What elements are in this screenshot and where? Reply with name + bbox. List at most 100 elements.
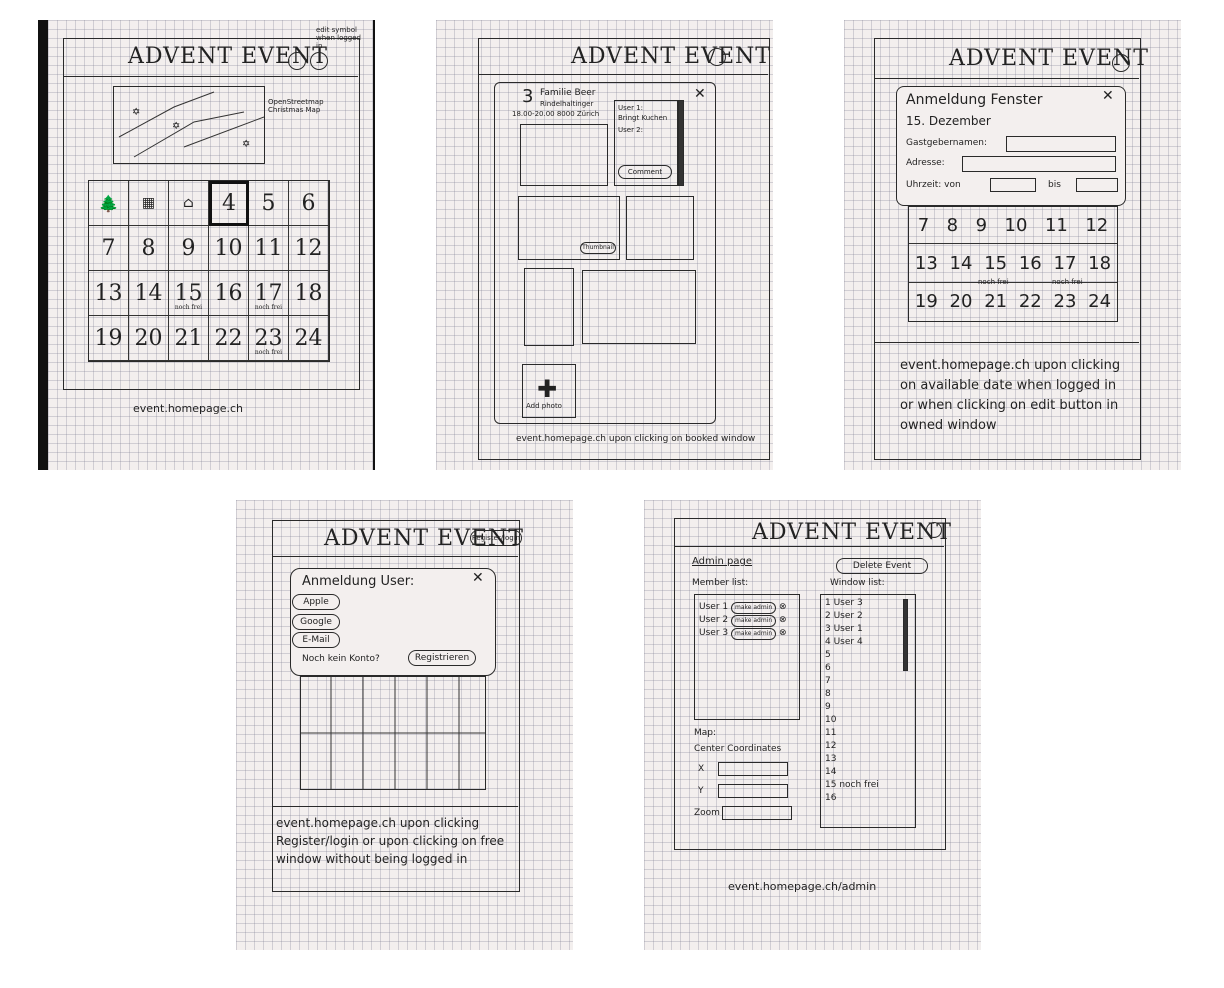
time-to-input[interactable] bbox=[1076, 178, 1118, 192]
day-13[interactable]: 13 bbox=[89, 271, 129, 316]
close-icon[interactable]: ✕ bbox=[694, 86, 706, 102]
window-row: 11 bbox=[825, 728, 837, 738]
member-row: User 3 make admin ⊗ bbox=[699, 628, 787, 640]
time: 18.00-20.00 8000 Zürich bbox=[512, 110, 600, 118]
plus-icon: ✚ bbox=[537, 375, 558, 403]
day-6[interactable]: 6 bbox=[289, 181, 329, 226]
delete-event-button[interactable]: Delete Event bbox=[836, 558, 928, 574]
host-label: Gastgebernamen: bbox=[906, 138, 988, 148]
day-4[interactable]: 4 bbox=[209, 181, 249, 226]
member-rows: User 1 make admin ⊗ User 2 make admin ⊗ … bbox=[699, 601, 787, 640]
day-8[interactable]: 8 bbox=[129, 226, 169, 271]
close-icon[interactable]: ✕ bbox=[472, 570, 484, 586]
google-login-button[interactable]: Google bbox=[292, 614, 340, 630]
day-24[interactable]: 24 bbox=[289, 316, 329, 361]
map-drawing: ✡ ✡ ✡ bbox=[118, 91, 264, 158]
add-photo-label: Add photo bbox=[526, 402, 562, 410]
calendar-rows: 7 8 9 10 11 12 13 14 15 16 17 18 19 20 21 22 23 24 bbox=[908, 206, 1118, 322]
make-admin-button[interactable]: make admin bbox=[730, 628, 777, 640]
user1-label: User 1: bbox=[618, 104, 643, 112]
photo-1[interactable] bbox=[520, 124, 608, 186]
window-row: 4 User 4 bbox=[825, 637, 863, 647]
remove-icon[interactable]: ⊗ bbox=[779, 615, 787, 625]
window-row: 9 bbox=[825, 702, 831, 712]
window-row: 10 bbox=[825, 715, 837, 725]
svg-text:✡: ✡ bbox=[242, 139, 250, 150]
window-row: 5 bbox=[825, 650, 831, 660]
day-23[interactable]: 23 noch frei bbox=[249, 316, 289, 361]
photo-3[interactable] bbox=[626, 196, 694, 260]
close-icon[interactable]: ✕ bbox=[1102, 88, 1114, 104]
y-input[interactable] bbox=[718, 784, 788, 798]
day-12[interactable]: 12 bbox=[289, 226, 329, 271]
window-row: 1 User 3 bbox=[825, 598, 863, 608]
sketch-admin: ADVENT EVENT Admin page Delete Event Mem… bbox=[644, 500, 981, 950]
day-15[interactable]: 15 noch frei bbox=[169, 271, 209, 316]
user2-label: User 2: bbox=[618, 126, 643, 134]
address-label: Adresse: bbox=[906, 158, 945, 168]
calendar-grid-background bbox=[300, 676, 486, 790]
admin-title: Admin page bbox=[692, 556, 753, 567]
row-3: 19 20 21 22 23 24 bbox=[914, 290, 1112, 312]
user-icon[interactable] bbox=[708, 48, 726, 66]
form-date: 15. Dezember bbox=[906, 114, 991, 128]
zoom-input[interactable] bbox=[722, 806, 792, 820]
user-icon[interactable] bbox=[926, 522, 942, 538]
member-list: User 1 make admin ⊗ User 2 make admin ⊗ … bbox=[694, 594, 800, 720]
host-input[interactable] bbox=[1006, 136, 1116, 152]
comment-button[interactable]: Comment bbox=[618, 165, 672, 179]
day-14[interactable]: 14 bbox=[129, 271, 169, 316]
day-22[interactable]: 22 bbox=[209, 316, 249, 361]
email-login-button[interactable]: E-Mail bbox=[292, 632, 340, 648]
make-admin-button[interactable]: make admin bbox=[730, 615, 777, 627]
scrollbar[interactable] bbox=[678, 100, 684, 186]
user-icon[interactable] bbox=[310, 52, 328, 70]
map-box[interactable]: ✡ ✡ ✡ bbox=[113, 86, 265, 164]
scrollbar[interactable] bbox=[903, 599, 908, 671]
photo-5[interactable] bbox=[582, 270, 696, 344]
day-19[interactable]: 19 bbox=[89, 316, 129, 361]
window-row: 15 noch frei bbox=[825, 780, 879, 790]
day-5[interactable]: 5 bbox=[249, 181, 289, 226]
day-11[interactable]: 11 bbox=[249, 226, 289, 271]
time-from-input[interactable] bbox=[990, 178, 1036, 192]
day-17[interactable]: 17 noch frei bbox=[249, 271, 289, 316]
apple-login-button[interactable]: Apple bbox=[292, 594, 340, 610]
day-20[interactable]: 20 bbox=[129, 316, 169, 361]
register-button[interactable]: Registrieren bbox=[408, 650, 476, 666]
member-list-label: Member list: bbox=[692, 578, 749, 588]
window-row: 2 User 2 bbox=[825, 611, 863, 621]
remove-icon[interactable]: ⊗ bbox=[779, 628, 787, 638]
day-7[interactable]: 7 bbox=[89, 226, 129, 271]
day-16[interactable]: 16 bbox=[209, 271, 249, 316]
edit-note: edit symbol when logged in bbox=[316, 26, 361, 50]
form-title: Anmeldung User: bbox=[302, 574, 415, 589]
window-row: 3 User 1 bbox=[825, 624, 863, 634]
window-row: 13 bbox=[825, 754, 837, 764]
address: Rindelhaltinger bbox=[540, 100, 594, 108]
footer-url: event.homepage.ch upon clicking Register… bbox=[276, 816, 505, 866]
thumbnail-button[interactable]: Thumbnail bbox=[580, 242, 616, 254]
day-1[interactable]: 🌲 bbox=[89, 181, 129, 226]
day-10[interactable]: 10 bbox=[209, 226, 249, 271]
zoom-label: Zoom bbox=[694, 808, 720, 818]
make-admin-button[interactable]: make admin bbox=[730, 602, 777, 614]
window-list-label: Window list: bbox=[830, 578, 885, 588]
sketch-calendar-page: ADVENT EVENT edit symbol when logged in … bbox=[38, 20, 375, 470]
day-9[interactable]: 9 bbox=[169, 226, 209, 271]
divider bbox=[272, 806, 518, 807]
day-3[interactable]: ⌂ bbox=[169, 181, 209, 226]
footer-url: event.homepage.ch/admin bbox=[728, 880, 877, 893]
user-icon[interactable] bbox=[1112, 54, 1130, 72]
remove-icon[interactable]: ⊗ bbox=[779, 602, 787, 612]
day-18[interactable]: 18 bbox=[289, 271, 329, 316]
y-label: Y bbox=[698, 786, 704, 796]
register-login-button[interactable]: Register/login bbox=[470, 530, 522, 546]
edit-icon[interactable] bbox=[288, 52, 306, 70]
address-input[interactable] bbox=[962, 156, 1116, 172]
x-input[interactable] bbox=[718, 762, 788, 776]
day-21[interactable]: 21 bbox=[169, 316, 209, 361]
day-2[interactable]: ▦ bbox=[129, 181, 169, 226]
photo-4[interactable] bbox=[524, 268, 574, 346]
map-label: Map: bbox=[694, 728, 717, 738]
